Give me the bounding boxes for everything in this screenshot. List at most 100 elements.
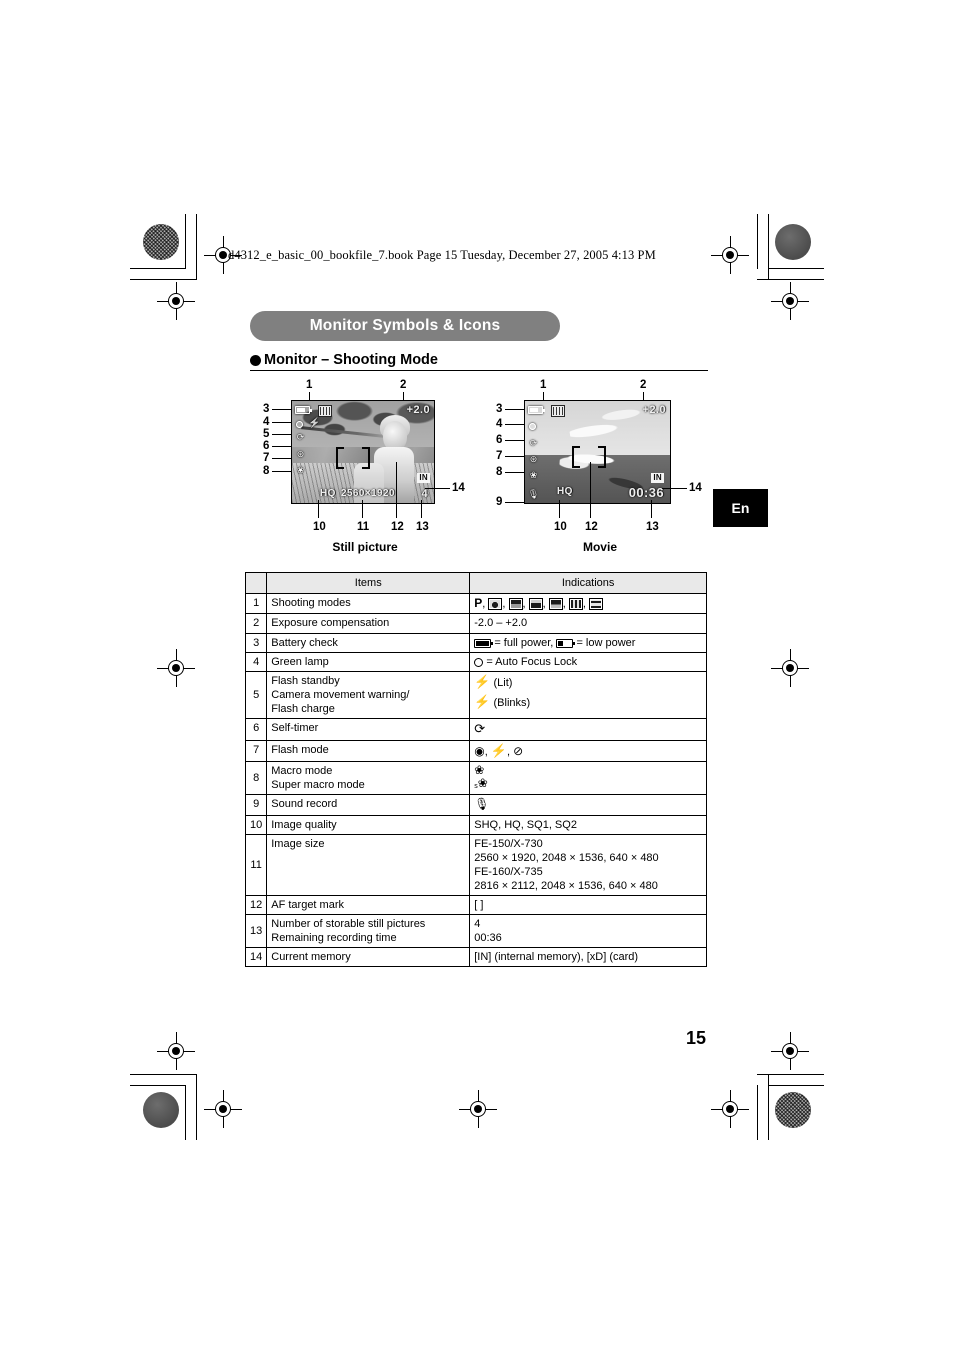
image-quality-value: HQ bbox=[320, 488, 336, 499]
row-item: Green lamp bbox=[266, 651, 471, 672]
callout-movie-4: 4 bbox=[496, 418, 503, 430]
leader-still-4 bbox=[272, 422, 291, 423]
program-mode-letter: P bbox=[474, 596, 483, 611]
callout-still-1: 1 bbox=[306, 379, 313, 391]
leader-movie-13 bbox=[651, 500, 652, 518]
row-number: 1 bbox=[244, 593, 268, 615]
callout-still-2: 2 bbox=[400, 379, 407, 391]
callout-still-6: 6 bbox=[263, 440, 270, 452]
battery-full-label: = full power, bbox=[494, 636, 554, 649]
page-number: 15 bbox=[686, 1028, 707, 1048]
row-number: 10 bbox=[244, 814, 268, 835]
remaining-recording-time: 00:36 bbox=[628, 485, 664, 500]
flash-standby-icon: ⚡ bbox=[308, 418, 321, 429]
figure-caption-movie: Movie bbox=[582, 540, 617, 554]
callout-movie-14: 14 bbox=[689, 482, 702, 494]
table-header-items: Items bbox=[266, 571, 471, 595]
section-title-pill: Monitor Symbols & Icons bbox=[250, 311, 560, 341]
leader-movie-14 bbox=[662, 488, 687, 489]
callout-still-14: 14 bbox=[452, 482, 465, 494]
callout-movie-1: 1 bbox=[540, 379, 547, 391]
callout-movie-2: 2 bbox=[640, 379, 647, 391]
table-row: 11 Image size FE-150/X-730 2560 × 1920, … bbox=[244, 833, 707, 897]
table-header-indications: Indications bbox=[469, 571, 707, 595]
flash-off-icon: ⊘ bbox=[513, 743, 524, 758]
callout-movie-12: 12 bbox=[585, 521, 598, 533]
battery-indicator-icon bbox=[528, 406, 545, 414]
flash-icon: ⚡ bbox=[474, 673, 491, 689]
row-number: 14 bbox=[244, 947, 268, 968]
row-item: Sound record bbox=[266, 794, 471, 816]
callout-still-11: 11 bbox=[357, 521, 370, 533]
row-item: Self-timer bbox=[266, 717, 471, 741]
table-row: 10 Image quality SHQ, HQ, SQ1, SQ2 bbox=[244, 814, 707, 835]
leader-movie-12 bbox=[590, 462, 591, 518]
section-title-text: Monitor Symbols & Icons bbox=[309, 317, 501, 334]
callout-still-10: 10 bbox=[313, 521, 326, 533]
row-item: Image quality bbox=[266, 814, 471, 835]
af-target-mark bbox=[336, 447, 370, 469]
leader-still-7 bbox=[272, 458, 291, 459]
super-macro-icon: s❀ bbox=[474, 776, 488, 791]
table-row: 7 Flash mode ◉, ⚡, ⊘ bbox=[244, 739, 707, 763]
leader-still-14 bbox=[425, 488, 450, 489]
subsection-heading: Monitor – Shooting Mode bbox=[250, 352, 708, 371]
callout-movie-7: 7 bbox=[496, 450, 503, 462]
bullet-icon bbox=[250, 354, 261, 366]
table-row: 5 Flash standby Camera movement warning/… bbox=[244, 670, 707, 719]
flash-mode-icon: ⊛ bbox=[296, 449, 305, 459]
row-item: Macro mode Super macro mode bbox=[266, 761, 471, 796]
row-indication-flash-states: ⚡ (Lit) ⚡ (Blinks) bbox=[469, 670, 707, 719]
table-row: 9 Sound record 🎙 bbox=[244, 794, 707, 816]
flash-mode-icon: ⊛ bbox=[529, 454, 538, 464]
language-tab-en: En bbox=[713, 489, 768, 527]
row-item: AF target mark bbox=[266, 895, 471, 916]
current-memory-tag: IN bbox=[651, 473, 664, 483]
row-indication: -2.0 – +2.0 bbox=[469, 613, 707, 634]
row-item: Current memory bbox=[266, 947, 471, 968]
flash-blinks-line: ⚡ (Blinks) bbox=[474, 694, 702, 711]
battery-indicator-icon bbox=[295, 406, 312, 414]
sound-record-icon: 🎙 bbox=[527, 489, 540, 499]
row-indication-selftimer: ⟳ bbox=[469, 717, 707, 741]
row-item: Image size bbox=[266, 833, 471, 897]
callout-movie-8: 8 bbox=[496, 466, 503, 478]
leader-movie-7 bbox=[505, 456, 524, 457]
night-scene-mode-icon bbox=[548, 598, 563, 611]
page-content: Monitor Symbols & Icons Monitor – Shooti… bbox=[0, 0, 954, 1351]
self-timer-icon: ⟳ bbox=[296, 432, 305, 442]
green-lamp-label: = Auto Focus Lock bbox=[486, 655, 578, 668]
callout-movie-3: 3 bbox=[496, 403, 503, 415]
battery-low-label: = low power bbox=[576, 636, 636, 649]
landscape-mode-icon bbox=[528, 598, 543, 611]
table-row: 8 Macro mode Super macro mode ❀ s❀ bbox=[244, 761, 707, 796]
fill-in-flash-icon: ⚡ bbox=[490, 742, 508, 758]
green-lamp-circle-icon bbox=[474, 657, 484, 667]
table-row: 12 AF target mark [ ] bbox=[244, 895, 707, 916]
row-number: 9 bbox=[244, 794, 268, 816]
lcd-screen-movie: +2.0 ⟳ ⊛ ❀ 🎙 HQ IN 00:36 bbox=[524, 400, 671, 504]
callout-still-8: 8 bbox=[263, 465, 270, 477]
microphone-icon: 🎙 bbox=[474, 797, 490, 812]
subsection-heading-text: Monitor – Shooting Mode bbox=[264, 352, 438, 368]
leader-still-8 bbox=[272, 471, 291, 472]
callout-still-3: 3 bbox=[263, 403, 270, 415]
table-row: 1 Shooting modes P, , , , , , bbox=[244, 593, 707, 615]
row-indication-macro: ❀ s❀ bbox=[469, 761, 707, 796]
movie-mode-icon bbox=[551, 405, 565, 417]
exposure-compensation-value: +2.0 bbox=[406, 404, 430, 416]
row-item: Battery check bbox=[266, 632, 471, 653]
self-timer-icon: ⟳ bbox=[474, 720, 486, 736]
leader-still-3 bbox=[272, 409, 291, 410]
callout-still-12: 12 bbox=[391, 521, 404, 533]
leader-still-12 bbox=[396, 462, 397, 518]
row-number: 6 bbox=[244, 717, 268, 741]
row-number: 12 bbox=[244, 895, 268, 916]
leader-still-10 bbox=[318, 500, 319, 518]
row-item: Shooting modes bbox=[266, 593, 471, 615]
self-timer-icon: ⟳ bbox=[529, 438, 538, 448]
leader-movie-6 bbox=[505, 440, 524, 441]
landscape-portrait-mode-icon bbox=[508, 598, 523, 611]
row-indication-shooting-modes: P, , , , , , bbox=[469, 593, 707, 615]
battery-low-icon bbox=[556, 638, 576, 648]
